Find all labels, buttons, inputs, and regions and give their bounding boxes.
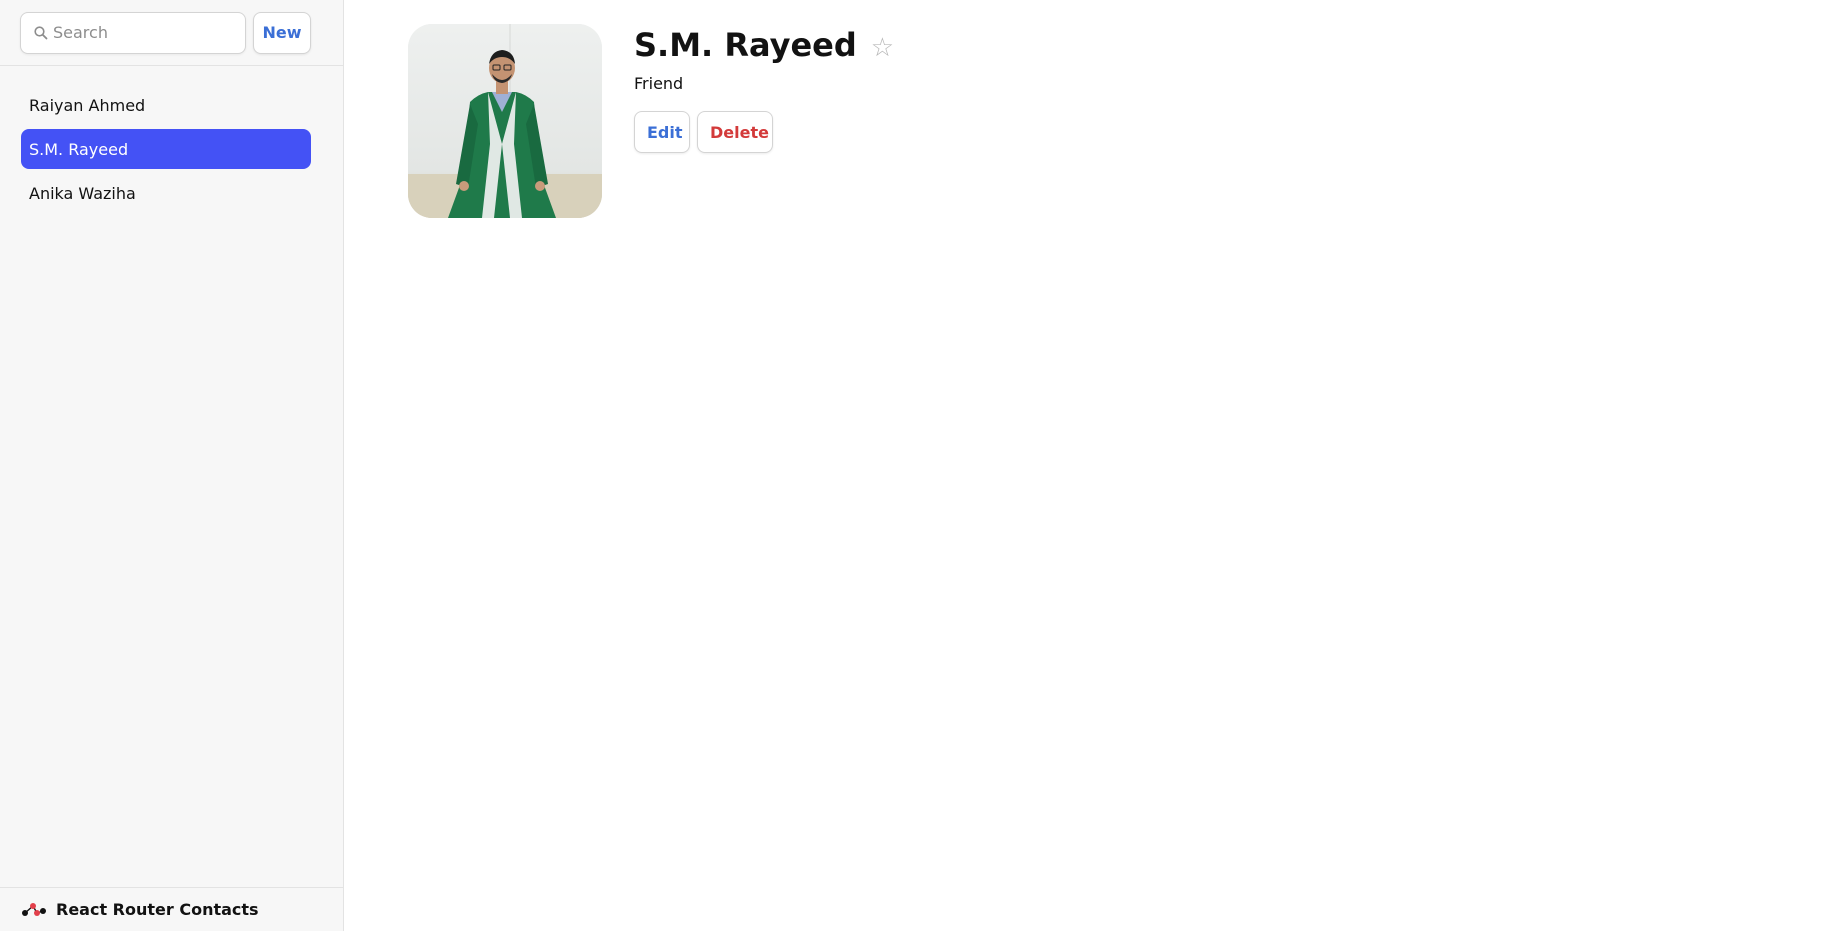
search-input[interactable] xyxy=(20,11,246,54)
contact-list-item[interactable]: Raiyan Ahmed xyxy=(21,85,311,125)
sidebar: New Raiyan Ahmed S.M. Rayeed Anika Wazih… xyxy=(0,0,344,931)
avatar-photo xyxy=(408,24,602,218)
contact-list-item-active[interactable]: S.M. Rayeed xyxy=(21,129,311,169)
contact-detail: S.M. Rayeed ☆ Friend Edit Delete xyxy=(344,0,1835,931)
contact-actions: Edit Delete xyxy=(634,111,894,153)
contact-nav: Raiyan Ahmed S.M. Rayeed Anika Waziha xyxy=(0,66,343,887)
react-router-logo-icon xyxy=(22,902,46,916)
contact-avatar xyxy=(408,24,602,218)
sidebar-footer: React Router Contacts xyxy=(0,887,343,931)
search-form xyxy=(20,11,246,54)
app-root: New Raiyan Ahmed S.M. Rayeed Anika Wazih… xyxy=(0,0,1835,931)
contact-relation: Friend xyxy=(634,74,684,93)
contact-list-item[interactable]: Anika Waziha xyxy=(21,173,311,213)
sidebar-toolbar: New xyxy=(0,0,343,66)
delete-button[interactable]: Delete xyxy=(697,111,773,153)
star-outline-icon[interactable]: ☆ xyxy=(871,34,894,60)
contact-name: S.M. Rayeed xyxy=(634,26,857,64)
search-icon xyxy=(34,25,48,39)
new-contact-button[interactable]: New xyxy=(253,11,311,54)
name-row: S.M. Rayeed ☆ xyxy=(634,24,894,66)
edit-button[interactable]: Edit xyxy=(634,111,690,153)
contact-info: S.M. Rayeed ☆ Friend Edit Delete xyxy=(634,24,894,931)
app-title[interactable]: React Router Contacts xyxy=(56,900,259,919)
contact-list: Raiyan Ahmed S.M. Rayeed Anika Waziha xyxy=(0,66,343,213)
